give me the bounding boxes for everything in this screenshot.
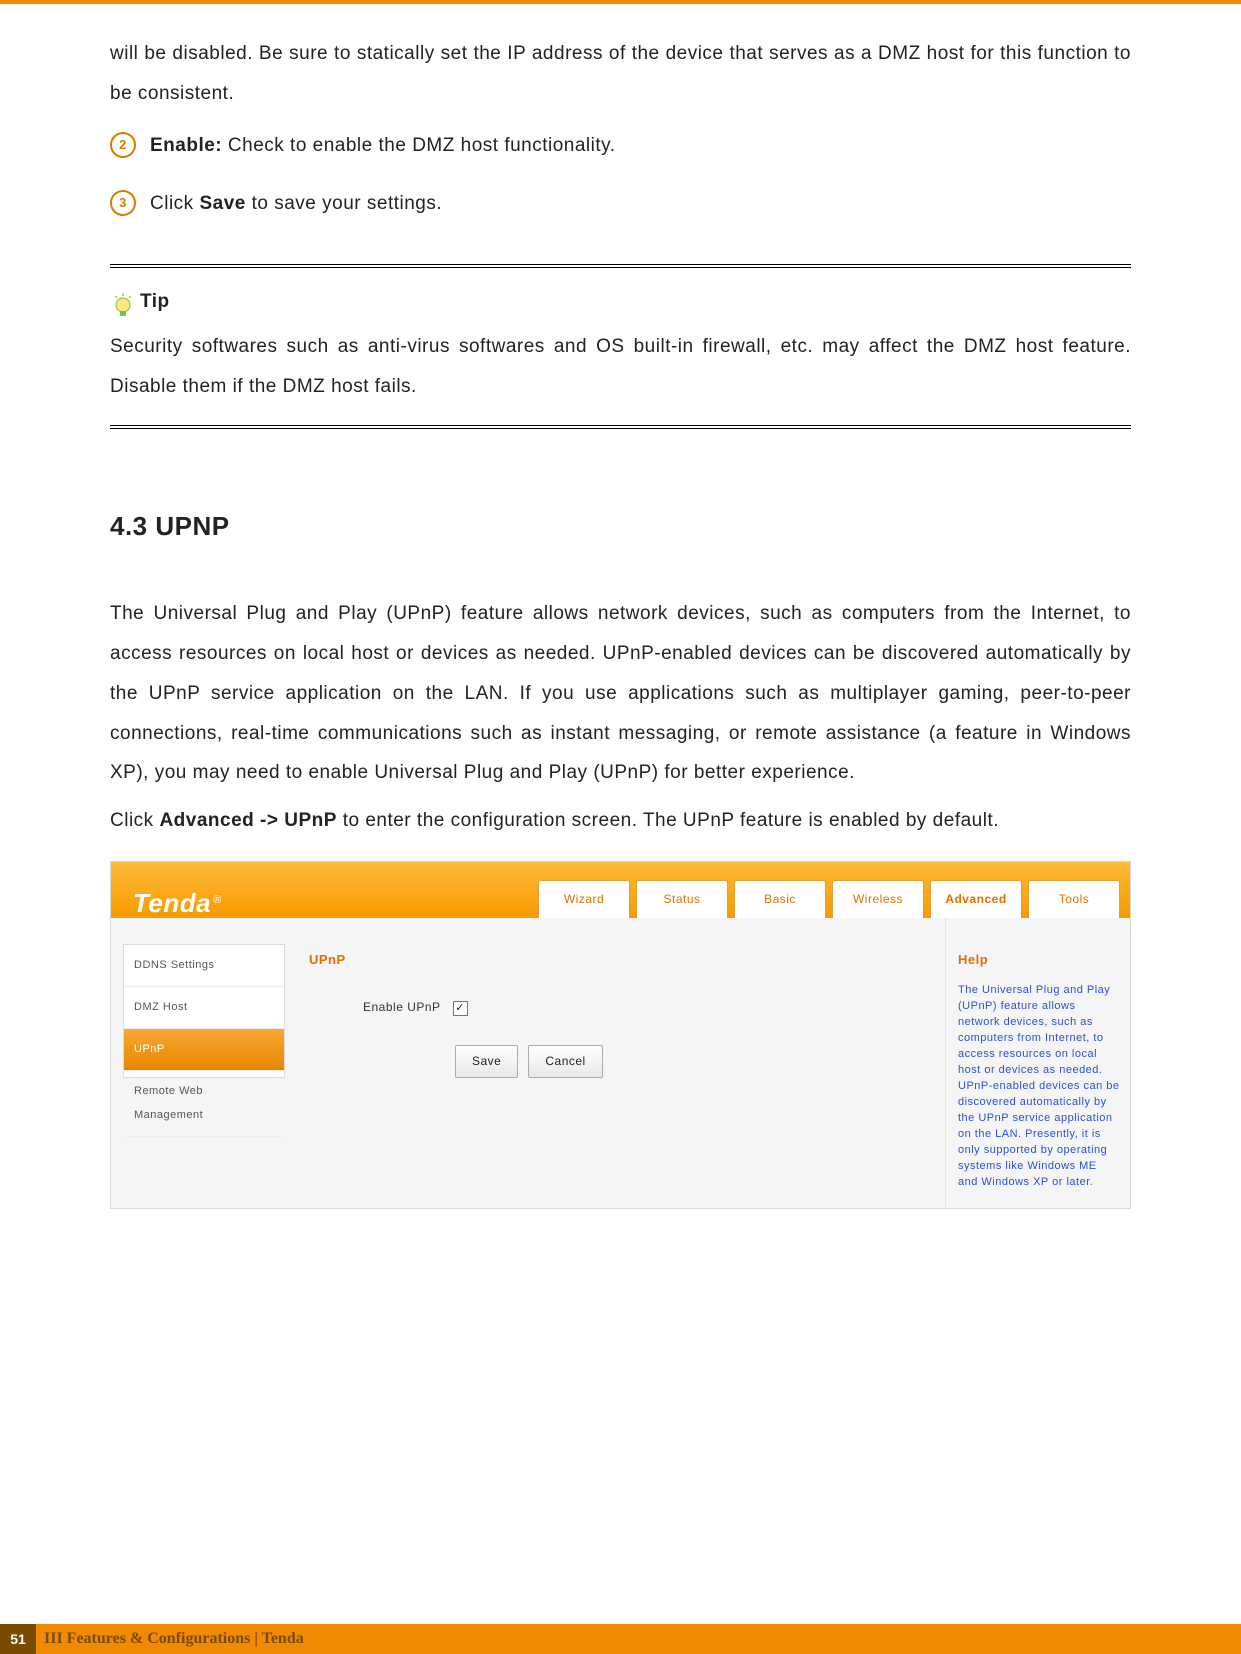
section-heading: 4.3 UPNP [110,499,1131,554]
item3-post: to save your settings. [246,193,442,214]
tab-tools[interactable]: Tools [1028,880,1120,918]
item3-bold: Save [199,193,245,214]
enable-text: Check to enable the DMZ host functionali… [222,135,615,156]
circled-number-3: 3 [110,190,136,216]
sidebar-item-remote[interactable]: Remote Web Management [124,1071,284,1136]
upnp-click-pre: Click [110,810,159,831]
item3-pre: Click [150,193,199,214]
list-item-2: 2 Enable: Check to enable the DMZ host f… [110,126,1131,166]
tab-basic[interactable]: Basic [734,880,826,918]
registered-mark: ® [213,894,222,906]
upnp-click-paragraph: Click Advanced -> UPnP to enter the conf… [110,801,1131,841]
help-panel: Help The Universal Plug and Play (UPnP) … [945,918,1130,1208]
tab-advanced[interactable]: Advanced [930,880,1022,918]
panel-title: UPnP [309,946,925,973]
main-panel: UPnP Enable UPnP ✓ Save Cancel [285,918,945,1208]
enable-label: Enable: [150,135,222,156]
tip-label: Tip [140,282,170,322]
tenda-logo: Tenda® [133,876,222,931]
tip-box: Tip Security softwares such as anti-viru… [110,264,1131,430]
sidebar-item-ddns[interactable]: DDNS Settings [124,945,284,987]
router-screenshot: Tenda® Wizard Status Basic Wireless Adva… [110,861,1131,1209]
page-number: 51 [0,1624,36,1654]
upnp-click-bold: Advanced -> UPnP [159,810,336,831]
footer-text: III Features & Configurations | Tenda [44,1630,304,1648]
help-title: Help [958,946,1120,973]
help-text: The Universal Plug and Play (UPnP) featu… [958,983,1120,1190]
cancel-button[interactable]: Cancel [528,1045,602,1078]
tab-status[interactable]: Status [636,880,728,918]
enable-upnp-label: Enable UPnP [363,995,441,1020]
save-button[interactable]: Save [455,1045,518,1078]
tip-text: Security softwares such as anti-virus so… [110,327,1131,407]
tab-wizard[interactable]: Wizard [538,880,630,918]
intro-paragraph: will be disabled. Be sure to statically … [110,34,1131,114]
sidebar: DDNS Settings DMZ Host UPnP Remote Web M… [123,944,285,1078]
page-footer: 51 III Features & Configurations | Tenda [0,1624,1241,1654]
lightbulb-icon [110,291,136,321]
sidebar-item-dmz[interactable]: DMZ Host [124,987,284,1029]
circled-number-2: 2 [110,132,136,158]
list-item-3: 3 Click Save to save your settings. [110,184,1131,224]
sidebar-item-upnp[interactable]: UPnP [124,1029,284,1071]
enable-upnp-checkbox[interactable]: ✓ [453,1001,468,1016]
upnp-click-post: to enter the configuration screen. The U… [337,810,999,831]
router-header: Tenda® Wizard Status Basic Wireless Adva… [111,862,1130,918]
upnp-paragraph: The Universal Plug and Play (UPnP) featu… [110,594,1131,793]
tab-wireless[interactable]: Wireless [832,880,924,918]
nav-tabs: Wizard Status Basic Wireless Advanced To… [538,880,1120,918]
